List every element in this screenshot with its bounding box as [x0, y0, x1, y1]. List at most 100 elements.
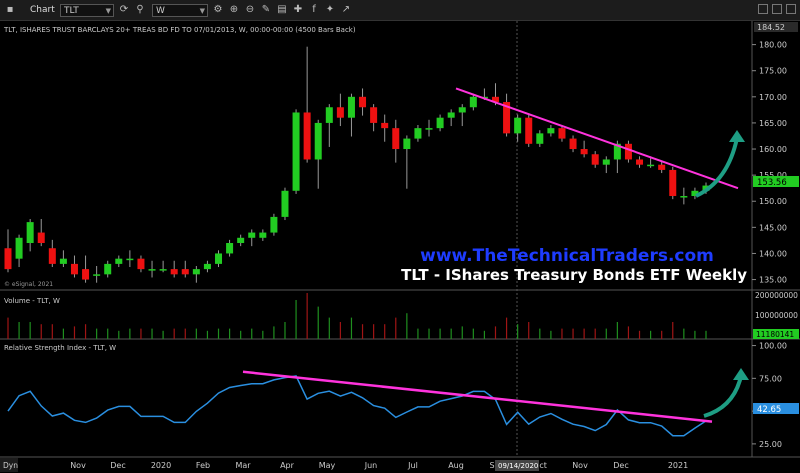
candle-body — [569, 138, 577, 150]
chevron-down-icon[interactable]: ▼ — [200, 5, 205, 18]
restore-icon[interactable] — [772, 4, 782, 14]
time-tick-label: Jun — [364, 461, 378, 470]
chart-window-title: Chart — [30, 5, 55, 15]
candle-body — [636, 159, 644, 165]
candle-body — [37, 232, 45, 244]
zoom-out-icon[interactable]: ⊖ — [244, 4, 256, 16]
candle-body — [248, 232, 256, 238]
top-price-label: 184.52 — [757, 23, 785, 32]
candle-body — [370, 107, 378, 123]
candle-body — [26, 222, 34, 244]
time-tick-label: 2020 — [151, 461, 171, 470]
candle-body — [281, 190, 289, 217]
zoom-in-icon[interactable]: ⊕ — [228, 4, 240, 16]
candle-body — [580, 149, 588, 155]
last-price-label: 153.56 — [757, 178, 787, 188]
candle-body — [414, 128, 422, 139]
time-axis: NovDec2020FebMarAprMayJunJulAugSepOctNov… — [70, 461, 688, 470]
dyn-label: Dyn — [3, 461, 18, 470]
price-tick-label: 150.00 — [759, 197, 787, 206]
candle-body — [547, 128, 555, 134]
price-panel-header: TLT, ISHARES TRUST BARCLAYS 20+ TREAS BD… — [3, 26, 356, 34]
candle-body — [436, 117, 444, 129]
link-icon[interactable]: ⚲ — [134, 4, 146, 16]
candle-body — [325, 107, 333, 123]
twitter-icon[interactable]: ✦ — [324, 4, 336, 16]
candle-body — [259, 232, 267, 238]
candle-body — [624, 143, 632, 160]
price-tick-label: 170.00 — [759, 93, 787, 102]
price-axis: 180.00175.00170.00165.00160.00155.00150.… — [752, 41, 787, 285]
price-tick-label: 175.00 — [759, 67, 787, 76]
candle-body — [447, 112, 455, 118]
time-tick-label: 2021 — [668, 461, 688, 470]
candle-body — [591, 154, 599, 165]
last-rsi-label: 42.65 — [757, 405, 781, 415]
plot-area — [0, 21, 752, 457]
candle-body — [536, 133, 544, 144]
candle-body — [314, 122, 322, 160]
candle-body — [237, 237, 245, 244]
price-tick-label: 140.00 — [759, 249, 787, 258]
facebook-icon[interactable]: f — [308, 4, 320, 16]
candle-body — [226, 243, 234, 254]
candle-body — [192, 269, 200, 275]
time-tick-label: May — [319, 461, 336, 470]
draw-icon[interactable]: ✎ — [260, 4, 272, 16]
time-tick-label: Nov — [70, 461, 86, 470]
candle-body — [181, 269, 189, 275]
chart-subtitle: TLT - IShares Treasury Bonds ETF Weekly — [401, 266, 747, 284]
interval-input[interactable]: W ▼ — [152, 3, 208, 18]
candle-body — [303, 112, 311, 160]
cursor-date-label: 09/14/2020 — [498, 462, 538, 470]
watermark-url: www.TheTechnicalTraders.com — [420, 246, 714, 266]
settings-icon[interactable]: ⚙ — [212, 4, 224, 16]
price-tick-label: 160.00 — [759, 145, 787, 154]
copyright-label: © eSignal, 2021 — [4, 281, 53, 288]
candle-body — [126, 258, 134, 261]
candle-body — [82, 269, 90, 280]
candle-body — [292, 112, 300, 191]
candle-body — [602, 159, 610, 165]
candle-body — [359, 96, 367, 108]
candle-body — [525, 117, 533, 144]
candle-body — [392, 128, 400, 150]
candle-body — [104, 263, 112, 275]
time-tick-label: Dec — [613, 461, 628, 470]
candle-body — [93, 274, 101, 276]
candle-body — [514, 117, 522, 134]
candle-body — [270, 216, 278, 233]
time-tick-label: Aug — [448, 461, 464, 470]
candle-body — [4, 248, 12, 270]
candle-body — [680, 196, 688, 198]
rsi-axis: 100.0075.0050.0025.00 — [752, 342, 787, 449]
volume-panel-header: Volume - TLT, W — [4, 297, 60, 305]
time-tick-label: Dec — [110, 461, 125, 470]
chevron-down-icon[interactable]: ▼ — [106, 5, 111, 18]
minimize-icon[interactable] — [758, 4, 768, 14]
volume-axis-label: 100000000 — [755, 311, 798, 320]
chart-window-icon[interactable]: ▪ — [4, 4, 16, 16]
price-tick-label: 180.00 — [759, 41, 787, 50]
symbol-input[interactable]: TLT ▼ — [60, 3, 114, 18]
style-icon[interactable]: ✚ — [292, 4, 304, 16]
share-icon[interactable]: ↗ — [340, 4, 352, 16]
time-tick-label: Apr — [280, 461, 295, 470]
rsi-tick-label: 100.00 — [759, 342, 787, 351]
price-tick-label: 135.00 — [759, 276, 787, 285]
candle-body — [137, 258, 145, 270]
close-icon[interactable] — [786, 4, 796, 14]
layout-icon[interactable]: ▤ — [276, 4, 288, 16]
price-tick-label: 165.00 — [759, 119, 787, 128]
time-tick-label: Nov — [572, 461, 588, 470]
candle-body — [148, 269, 156, 271]
chart-canvas[interactable]: TLT, ISHARES TRUST BARCLAYS 20+ TREAS BD… — [0, 21, 800, 473]
candle-body — [48, 248, 56, 264]
candle-body — [15, 237, 23, 259]
candle-body — [115, 258, 123, 264]
candle-body — [203, 263, 211, 270]
candle-body — [347, 96, 355, 118]
candle-body — [336, 107, 344, 118]
refresh-icon[interactable]: ⟳ — [118, 4, 130, 16]
candle-body — [425, 128, 433, 130]
